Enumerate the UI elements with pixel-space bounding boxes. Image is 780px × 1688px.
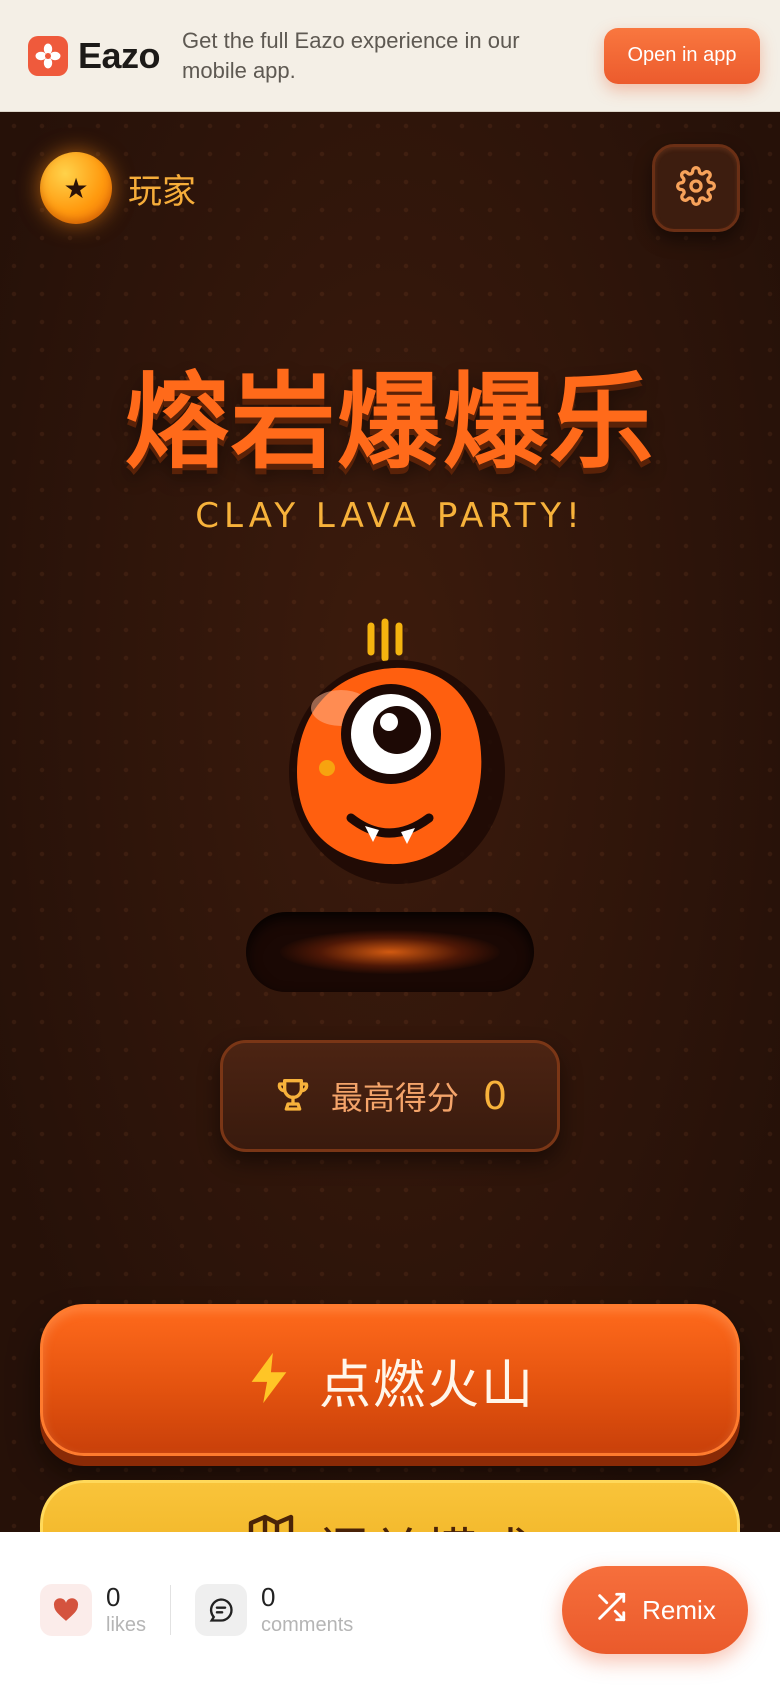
social-bar: 0 likes 0 comments Remix: [0, 1532, 780, 1688]
map-icon: [247, 1511, 295, 1532]
lava-pit: [246, 912, 534, 992]
game-title: 熔岩爆爆乐: [124, 361, 655, 483]
remix-label: Remix: [642, 1594, 716, 1625]
player-avatar: ★: [40, 152, 112, 224]
ignite-volcano-button[interactable]: 点燃火山: [40, 1304, 740, 1456]
comments-count: 0: [261, 1582, 276, 1612]
remix-button[interactable]: Remix: [562, 1566, 748, 1654]
lightning-icon: [245, 1351, 293, 1409]
lava-glow: [280, 930, 500, 974]
high-score-label: 最高得分: [330, 1079, 459, 1117]
brand-name: Eazo: [78, 34, 161, 76]
likes-label: likes: [106, 1614, 147, 1636]
open-in-app-button[interactable]: Open in app: [604, 27, 760, 84]
high-score-panel: 最高得分 0: [220, 1040, 560, 1152]
social-divider: [170, 1585, 172, 1635]
level-mode-button[interactable]: 闯关模式: [40, 1480, 740, 1532]
gear-icon: [676, 166, 716, 210]
app-promo-banner: Eazo Get the full Eazo experience in our…: [0, 0, 780, 112]
comments-label: comments: [261, 1614, 354, 1636]
comment-icon: [195, 1584, 248, 1636]
settings-button[interactable]: [652, 144, 740, 232]
player-name: 玩家: [128, 171, 196, 212]
comments-button[interactable]: 0 comments: [195, 1582, 353, 1638]
eazo-logo: Eazo: [28, 34, 161, 77]
shuffle-icon: [594, 1590, 628, 1631]
game-stage: ★ 玩家 熔岩爆爆乐 CLAY LAVA PARTY! 最高得分 0 点燃火山: [0, 112, 780, 1532]
banner-message: Get the full Eazo experience in our mobi…: [182, 27, 520, 83]
likes-button[interactable]: 0 likes: [40, 1582, 146, 1638]
game-subtitle: CLAY LAVA PARTY!: [195, 496, 585, 536]
level-mode-label: 闯关模式: [317, 1511, 533, 1532]
heart-icon: [40, 1584, 92, 1636]
ignite-volcano-label: 点燃火山: [318, 1355, 535, 1416]
lava-monster-character[interactable]: [285, 612, 505, 912]
high-score-value: 0: [482, 1074, 508, 1118]
player-badge[interactable]: ★ 玩家: [40, 152, 196, 224]
eazo-logo-icon: [28, 35, 68, 76]
trophy-icon: [273, 1074, 313, 1118]
likes-count: 0: [106, 1582, 121, 1612]
